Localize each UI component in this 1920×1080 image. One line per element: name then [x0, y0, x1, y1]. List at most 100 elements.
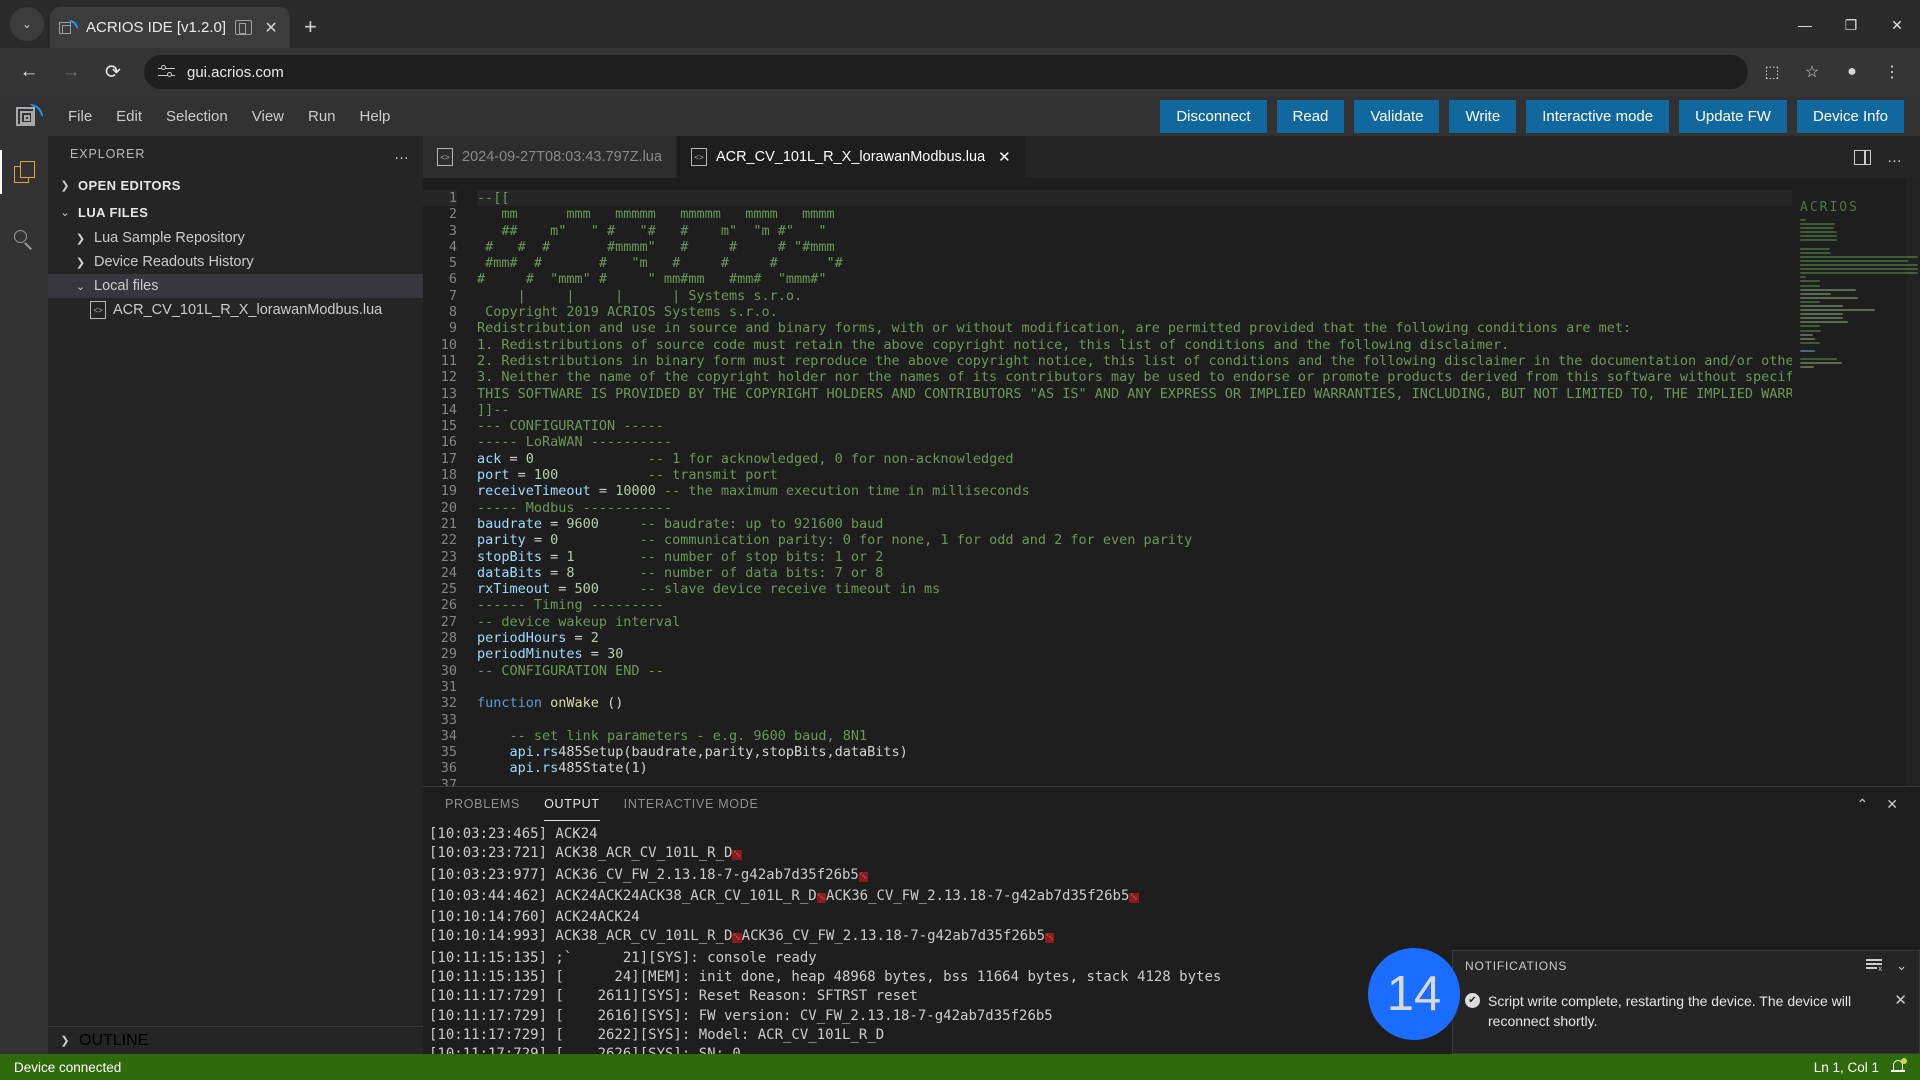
menu-file[interactable]: File: [56, 102, 104, 131]
notifications-toast: NOTIFICATIONS x ⌄ ✔ Script write complet…: [1452, 950, 1920, 1054]
editor-tab-label: ACR_CV_101L_R_X_lorawanModbus.lua: [715, 149, 986, 165]
ide-root: File Edit Selection View Run Help Discon…: [0, 96, 1920, 1080]
editor-vertical-scrollbar[interactable]: [1906, 178, 1920, 786]
acrios-favicon-icon: [59, 19, 78, 37]
chevron-right-icon: ❯: [75, 256, 86, 269]
status-connection-text: Device connected: [14, 1059, 122, 1075]
section-open-editors-label: OPEN EDITORS: [78, 178, 181, 193]
lua-file-icon: <>: [690, 148, 707, 166]
editor-tab-bar: <> 2024-09-27T08:03:43.797Z.lua <> ACR_C…: [423, 136, 1920, 178]
interactive-mode-button[interactable]: Interactive mode: [1526, 99, 1670, 133]
menu-run[interactable]: Run: [296, 102, 348, 131]
output-line: [10:03:44:462] ACK24ACK24ACK38_ACR_CV_10…: [429, 887, 1139, 904]
files-icon: [13, 161, 35, 183]
menu-view[interactable]: View: [240, 102, 296, 131]
chevron-right-icon: ❯: [60, 180, 70, 192]
tree-item-local-files[interactable]: ⌄ Local files: [48, 274, 423, 298]
read-button[interactable]: Read: [1276, 99, 1345, 133]
close-tab-icon[interactable]: ✕: [261, 18, 281, 38]
search-icon: [13, 229, 35, 251]
panel-tab-problems[interactable]: PROBLEMS: [445, 787, 520, 821]
control-char: ␛: [732, 850, 742, 861]
profile-icon[interactable]: ●: [1836, 56, 1868, 88]
section-lua-files[interactable]: ⌄ LUA FILES: [48, 199, 423, 226]
code-area[interactable]: 1 2 3 4 5 6 7 8 9 10 11 12 13 14 15 16 17 18 19 20 21 22 23 24 2…: [423, 178, 1792, 786]
section-outline-label: OUTLINE: [79, 1031, 149, 1049]
notification-message: Script write complete, restarting the de…: [1488, 993, 1852, 1029]
device-info-button[interactable]: Device Info: [1796, 99, 1904, 133]
minimap-lines: [1796, 219, 1918, 369]
activity-item-search[interactable]: [0, 218, 48, 262]
back-button[interactable]: ←: [12, 55, 46, 89]
tree-item-label: Lua Sample Repository: [94, 230, 245, 246]
control-char: ␛: [816, 892, 826, 903]
validate-button[interactable]: Validate: [1354, 99, 1440, 133]
panel-tab-interactive-mode[interactable]: INTERACTIVE MODE: [624, 787, 759, 821]
tree-item-label: Local files: [94, 278, 159, 294]
window-close-button[interactable]: ✕: [1874, 8, 1920, 42]
explorer-more-icon[interactable]: …: [394, 146, 409, 163]
reload-button[interactable]: ⟳: [96, 55, 130, 89]
disconnect-button[interactable]: Disconnect: [1160, 99, 1267, 133]
close-editor-tab-icon[interactable]: ✕: [998, 148, 1011, 166]
lua-file-icon: <>: [90, 301, 106, 319]
collapse-panel-icon[interactable]: ⌃: [1857, 796, 1869, 813]
browser-tab-strip: ⌄ ACRIOS IDE [v1.2.0] ✕ + — ❐ ✕: [0, 0, 1920, 48]
section-lua-files-label: LUA FILES: [78, 205, 149, 220]
bookmark-star-icon[interactable]: ☆: [1796, 56, 1828, 88]
address-bar[interactable]: gui.acrios.com: [144, 55, 1748, 89]
tree-item-device-readouts-history[interactable]: ❯ Device Readouts History: [48, 250, 423, 274]
browser-tab-title: ACRIOS IDE [v1.2.0]: [86, 19, 227, 36]
cast-icon[interactable]: ⬚: [1756, 56, 1788, 88]
editor-more-icon[interactable]: …: [1887, 149, 1902, 166]
bell-dot-icon[interactable]: [1891, 1058, 1907, 1075]
editor-tab-lorawan-modbus[interactable]: <> ACR_CV_101L_R_X_lorawanModbus.lua ✕: [676, 136, 1026, 178]
browser-tab[interactable]: ACRIOS IDE [v1.2.0] ✕: [50, 7, 291, 48]
ide-body: EXPLORER … ❯ OPEN EDITORS ⌄ LUA FILES ❯ …: [0, 136, 1920, 1054]
collapse-notifications-icon[interactable]: ⌄: [1896, 958, 1907, 974]
lua-file-icon: <>: [437, 148, 453, 166]
close-panel-icon[interactable]: ✕: [1886, 796, 1898, 813]
notification-count-badge[interactable]: 14: [1368, 948, 1460, 1040]
editor-tab-actions: …: [1854, 136, 1920, 178]
editor-tab-readout[interactable]: <> 2024-09-27T08:03:43.797Z.lua: [423, 136, 677, 178]
write-button[interactable]: Write: [1449, 99, 1517, 133]
output-line: [10:03:23:465] ACK24: [429, 826, 598, 842]
menu-edit[interactable]: Edit: [104, 102, 154, 131]
explorer-header: EXPLORER …: [48, 136, 423, 172]
tree-item-lua-sample-repository[interactable]: ❯ Lua Sample Repository: [48, 226, 423, 250]
activity-item-explorer[interactable]: [0, 150, 48, 194]
panel-tab-output[interactable]: OUTPUT: [544, 787, 600, 821]
cursor-position[interactable]: Ln 1, Col 1: [1814, 1060, 1879, 1075]
tree-item-lua-file[interactable]: <> ACR_CV_101L_R_X_lorawanModbus.lua: [48, 298, 423, 322]
update-fw-button[interactable]: Update FW: [1679, 99, 1787, 133]
output-line: [10:10:14:760] ACK24ACK24: [429, 909, 640, 926]
editor-viewport: 1 2 3 4 5 6 7 8 9 10 11 12 13 14 15 16 17 18 19 20 21 22 23 24 2…: [423, 178, 1920, 786]
code-content[interactable]: --[[ mm mmm mmmmm mmmmm mmmm mmmm ## m" …: [467, 190, 1792, 786]
new-tab-button[interactable]: +: [304, 14, 317, 40]
section-outline[interactable]: ❯ OUTLINE: [48, 1026, 423, 1054]
site-settings-icon[interactable]: [158, 64, 175, 81]
status-bar-right: Ln 1, Col 1: [1814, 1058, 1907, 1075]
menu-help[interactable]: Help: [348, 102, 403, 131]
output-line: [10:03:23:721] ACK38_ACR_CV_101L_R_D␛: [429, 845, 742, 862]
forward-button[interactable]: →: [54, 55, 88, 89]
close-notification-icon[interactable]: ✕: [1894, 991, 1907, 1031]
window-minimize-button[interactable]: —: [1782, 8, 1828, 42]
menu-selection[interactable]: Selection: [154, 102, 240, 131]
notifications-title: NOTIFICATIONS: [1465, 959, 1568, 973]
section-open-editors[interactable]: ❯ OPEN EDITORS: [48, 172, 423, 199]
notification-item: ✔ Script write complete, restarting the …: [1453, 981, 1919, 1053]
editor-minimap[interactable]: ACRIOS: [1792, 178, 1920, 786]
control-char: ␛: [1129, 892, 1139, 903]
browser-menu-icon[interactable]: ⋮: [1876, 56, 1908, 88]
tab-search-chevron-icon[interactable]: ⌄: [10, 7, 44, 41]
split-editor-icon[interactable]: [1854, 149, 1871, 165]
clear-all-notifications-icon[interactable]: x: [1866, 958, 1883, 973]
acrios-logo-icon: [16, 103, 43, 129]
window-maximize-button[interactable]: ❐: [1828, 8, 1874, 42]
window-controls: — ❐ ✕: [1782, 8, 1920, 48]
notifications-header: NOTIFICATIONS x ⌄: [1453, 951, 1919, 981]
chevron-down-icon: ⌄: [60, 207, 70, 219]
